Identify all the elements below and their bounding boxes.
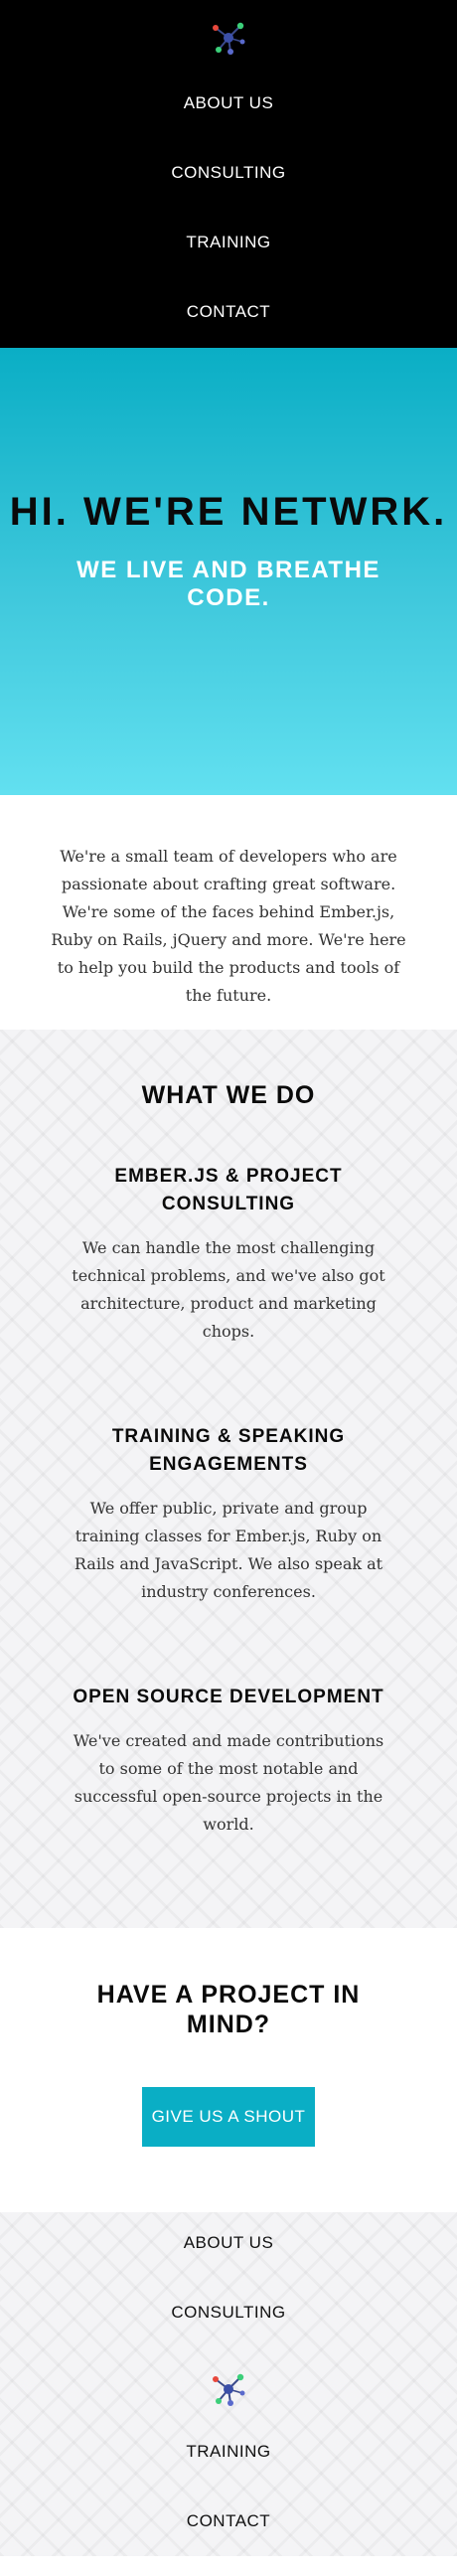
what-we-do-heading: WHAT WE DO bbox=[141, 1081, 316, 1109]
service-title: TRAINING & SPEAKING ENGAGEMENTS bbox=[111, 1426, 346, 1475]
footer-link-consulting[interactable]: CONSULTING bbox=[0, 2298, 457, 2367]
service-body: We've created and made contributions to … bbox=[73, 1731, 384, 1834]
service-open-source: OPEN SOURCE DEVELOPMENT We've created an… bbox=[0, 1684, 457, 1839]
intro-section: We're a small team of developers who are… bbox=[0, 795, 457, 1030]
hero-title: HI. WE'RE NETWRK. bbox=[9, 490, 448, 534]
network-node-icon[interactable] bbox=[207, 16, 250, 60]
service-title: OPEN SOURCE DEVELOPMENT bbox=[73, 1687, 384, 1707]
site-header: ABOUT US CONSULTING TRAINING CONTACT bbox=[0, 0, 457, 348]
service-title: EMBER.JS & PROJECT CONSULTING bbox=[114, 1166, 343, 1214]
cta-section: HAVE A PROJECT IN MIND? GIVE US A SHOUT bbox=[0, 1928, 457, 2212]
hero-subtitle: WE LIVE AND BREATHE CODE. bbox=[76, 557, 381, 611]
nav-link-about-us[interactable]: ABOUT US bbox=[0, 85, 457, 155]
intro-text: We're a small team of developers who are… bbox=[51, 847, 406, 1005]
service-body: We can handle the most challenging techn… bbox=[72, 1238, 385, 1341]
service-body: We offer public, private and group train… bbox=[74, 1499, 383, 1601]
service-consulting: EMBER.JS & PROJECT CONSULTING We can han… bbox=[0, 1163, 457, 1346]
give-us-a-shout-button[interactable]: GIVE US A SHOUT bbox=[142, 2087, 315, 2147]
what-we-do-section: WHAT WE DO EMBER.JS & PROJECT CONSULTING… bbox=[0, 1030, 457, 1928]
primary-nav: ABOUT US CONSULTING TRAINING CONTACT bbox=[0, 85, 457, 364]
hero-section: HI. WE'RE NETWRK. WE LIVE AND BREATHE CO… bbox=[0, 348, 457, 795]
nav-link-training[interactable]: TRAINING bbox=[0, 225, 457, 294]
nav-link-contact[interactable]: CONTACT bbox=[0, 294, 457, 364]
footer-link-training[interactable]: TRAINING bbox=[0, 2437, 457, 2506]
cta-heading: HAVE A PROJECT IN MIND? bbox=[96, 1981, 361, 2038]
nav-link-consulting[interactable]: CONSULTING bbox=[0, 155, 457, 225]
site-footer: ABOUT US CONSULTING TRAINING CONTACT bbox=[0, 2212, 457, 2556]
footer-link-contact[interactable]: CONTACT bbox=[0, 2506, 457, 2576]
footer-link-about-us[interactable]: ABOUT US bbox=[0, 2228, 457, 2298]
network-node-icon[interactable] bbox=[207, 2367, 250, 2411]
service-training: TRAINING & SPEAKING ENGAGEMENTS We offer… bbox=[0, 1423, 457, 1606]
